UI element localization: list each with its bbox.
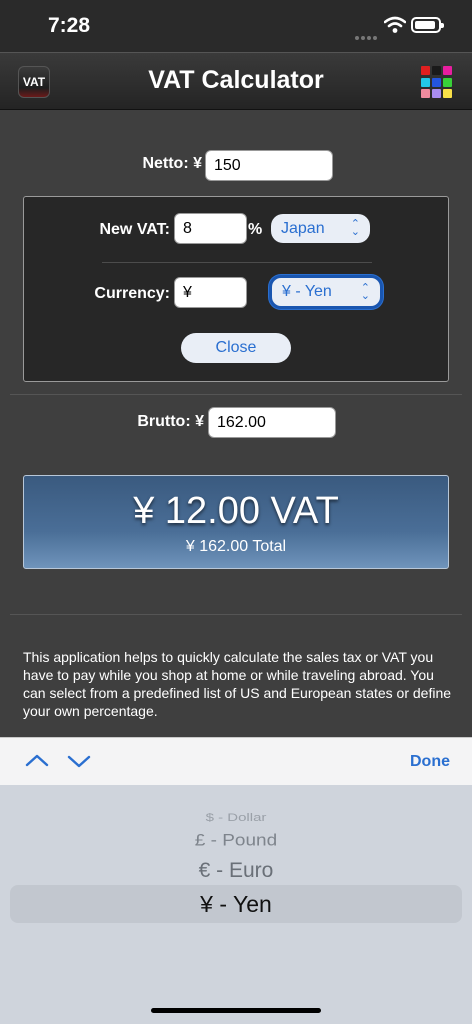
- vat-settings-panel: New VAT: 8 % Japan ⌃ ⌄ Currency: ¥ ¥ - Ye…: [23, 196, 449, 382]
- close-button[interactable]: Close: [181, 333, 291, 363]
- chevron-up-icon[interactable]: [22, 748, 52, 774]
- color-swatch: [432, 66, 441, 75]
- chevron-down-icon[interactable]: [64, 748, 94, 774]
- picker-option[interactable]: € - Euro: [0, 859, 472, 883]
- status-time: 7:28: [48, 14, 91, 37]
- home-indicator: [151, 1008, 321, 1013]
- color-swatch: [421, 66, 430, 75]
- netto-input[interactable]: 150: [205, 150, 333, 181]
- currency-picker-wheel[interactable]: $ - Dollar £ - Pound € - Euro ¥ - Yen: [0, 785, 472, 1024]
- cellular-signal-icon: [355, 27, 379, 40]
- vat-amount: ¥ 12.00 VAT: [133, 490, 339, 532]
- color-swatch: [443, 66, 452, 75]
- brutto-input[interactable]: 162.00: [208, 407, 336, 438]
- divider: [10, 614, 462, 615]
- chevron-up-down-icon: ⌃ ⌄: [360, 282, 370, 302]
- netto-label: Netto: ¥: [142, 155, 202, 172]
- color-swatch: [432, 77, 441, 87]
- divider: [10, 394, 462, 395]
- picker-option[interactable]: £ - Pound: [0, 831, 472, 850]
- country-select-value: Japan: [281, 219, 325, 237]
- currency-select-value: ¥ - Yen: [282, 283, 332, 300]
- done-button[interactable]: Done: [410, 753, 450, 771]
- chevron-up-down-icon: ⌃ ⌄: [350, 218, 360, 238]
- color-swatch: [443, 89, 452, 99]
- nav-bar: VAT VAT Calculator: [0, 52, 472, 110]
- currency-symbol-input[interactable]: ¥: [174, 277, 247, 308]
- color-swatch: [443, 77, 452, 87]
- picker-option[interactable]: $ - Dollar: [0, 811, 472, 824]
- country-select[interactable]: Japan ⌃ ⌄: [271, 214, 370, 243]
- wifi-icon: [384, 16, 406, 33]
- vat-percent-input[interactable]: 8: [174, 213, 247, 244]
- color-swatch: [421, 89, 430, 99]
- color-swatch: [421, 77, 430, 87]
- total-amount: ¥ 162.00 Total: [185, 538, 287, 555]
- panel-divider: [102, 262, 372, 263]
- new-vat-label: New VAT:: [99, 221, 170, 238]
- status-bar: 7:28: [0, 0, 472, 52]
- battery-icon: [411, 17, 444, 33]
- app-description: This application helps to quickly calcul…: [23, 649, 452, 719]
- percent-sign: %: [248, 221, 263, 238]
- picker-option-selected[interactable]: ¥ - Yen: [0, 891, 472, 918]
- keyboard-accessory-bar: Done: [0, 737, 472, 785]
- brutto-label: Brutto: ¥: [137, 413, 204, 430]
- color-swatch: [432, 89, 441, 99]
- color-grid-icon[interactable]: [421, 66, 454, 99]
- vat-result-box: ¥ 12.00 VAT ¥ 162.00 Total: [23, 475, 449, 569]
- currency-label: Currency:: [94, 285, 170, 302]
- currency-select[interactable]: ¥ - Yen ⌃ ⌄: [269, 275, 383, 309]
- page-title: VAT Calculator: [148, 66, 324, 94]
